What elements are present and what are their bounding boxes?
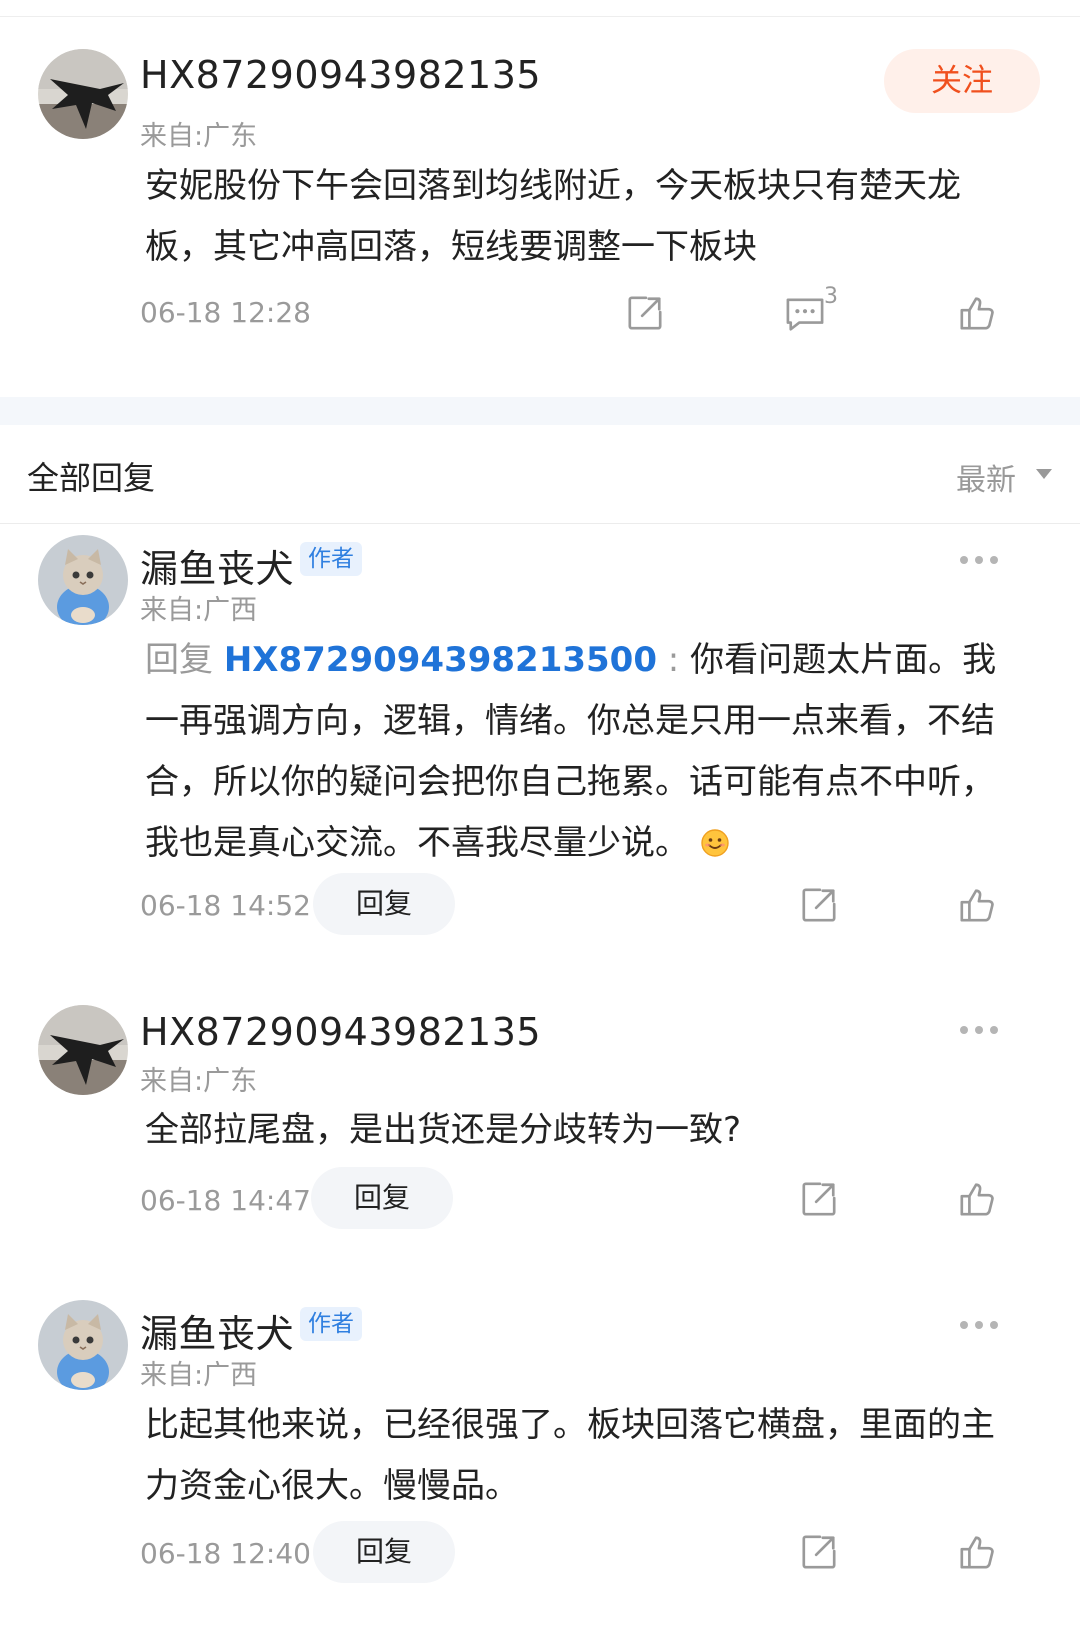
reply-button[interactable]: 回复 <box>311 1167 453 1229</box>
sort-dropdown[interactable]: 最新 <box>956 455 1016 499</box>
share-icon[interactable] <box>800 1533 838 1571</box>
author-badge: 作者 <box>300 1307 362 1341</box>
main-post: HX87290943982135 来自:广东 关注 安妮股份下午会回落到均线附近… <box>0 17 1080 397</box>
reply-location: 来自:广东 <box>140 1066 258 1097</box>
reply-username[interactable]: 漏鱼丧犬 <box>140 538 294 593</box>
more-icon[interactable] <box>960 1319 1000 1331</box>
post-content: 安妮股份下午会回落到均线附近，今天板块只有楚天龙板，其它冲高回落，短线要调整一下… <box>145 166 961 267</box>
more-icon[interactable] <box>960 554 1000 566</box>
reply-location: 来自:广西 <box>140 595 258 626</box>
share-icon[interactable] <box>800 886 838 924</box>
like-icon[interactable] <box>958 1533 996 1571</box>
post-username[interactable]: HX87290943982135 <box>140 53 541 97</box>
reply-button[interactable]: 回复 <box>313 873 455 935</box>
avatar-image <box>38 49 128 139</box>
share-icon[interactable] <box>800 1180 838 1218</box>
reply-content: 比起其他来说，已经很强了。板块回落它横盘，里面的主力资金心很大。慢慢品。 <box>145 1405 995 1506</box>
avatar[interactable] <box>38 49 128 139</box>
replies-header: 全部回复 最新 <box>0 425 1080 524</box>
mention-separator: : <box>657 640 691 680</box>
post-timestamp: 06-18 12:28 <box>140 296 311 329</box>
replies-title: 全部回复 <box>27 459 156 497</box>
reply-username[interactable]: 漏鱼丧犬 <box>140 1303 294 1358</box>
like-icon[interactable] <box>958 886 996 924</box>
author-badge: 作者 <box>300 542 362 576</box>
follow-button[interactable]: 关注 <box>884 49 1040 113</box>
mention-link[interactable]: HX8729094398213500 <box>224 640 657 680</box>
more-icon[interactable] <box>960 1024 1000 1036</box>
avatar[interactable] <box>38 1005 128 1095</box>
reply-timestamp: 06-18 14:52 <box>140 889 311 922</box>
avatar[interactable] <box>38 535 128 625</box>
reply-content: 全部拉尾盘，是出货还是分歧转为一致? <box>145 1110 742 1150</box>
avatar-image <box>38 535 128 625</box>
reply-timestamp: 06-18 14:47 <box>140 1184 311 1217</box>
post-location: 来自:广东 <box>140 121 258 152</box>
comment-icon <box>784 296 826 334</box>
reply-content: 回复 HX8729094398213500 : 你看问题太片面。我一再强调方向，… <box>145 630 1025 874</box>
caret-down-icon[interactable] <box>1036 469 1052 479</box>
comment-count: 3 <box>824 284 838 309</box>
reply-username[interactable]: HX87290943982135 <box>140 1010 541 1054</box>
reply-location: 来自:广西 <box>140 1360 258 1391</box>
like-icon[interactable] <box>958 1180 996 1218</box>
avatar[interactable] <box>38 1300 128 1390</box>
comment-button[interactable]: 3 <box>784 284 854 336</box>
smiling-face-icon <box>701 829 729 857</box>
reply-button[interactable]: 回复 <box>313 1521 455 1583</box>
reply-prefix: 回复 <box>145 640 213 680</box>
avatar-image <box>38 1005 128 1095</box>
like-icon[interactable] <box>958 294 996 332</box>
section-divider <box>0 397 1080 425</box>
avatar-image <box>38 1300 128 1390</box>
share-icon[interactable] <box>626 294 664 332</box>
reply-timestamp: 06-18 12:40 <box>140 1537 311 1570</box>
